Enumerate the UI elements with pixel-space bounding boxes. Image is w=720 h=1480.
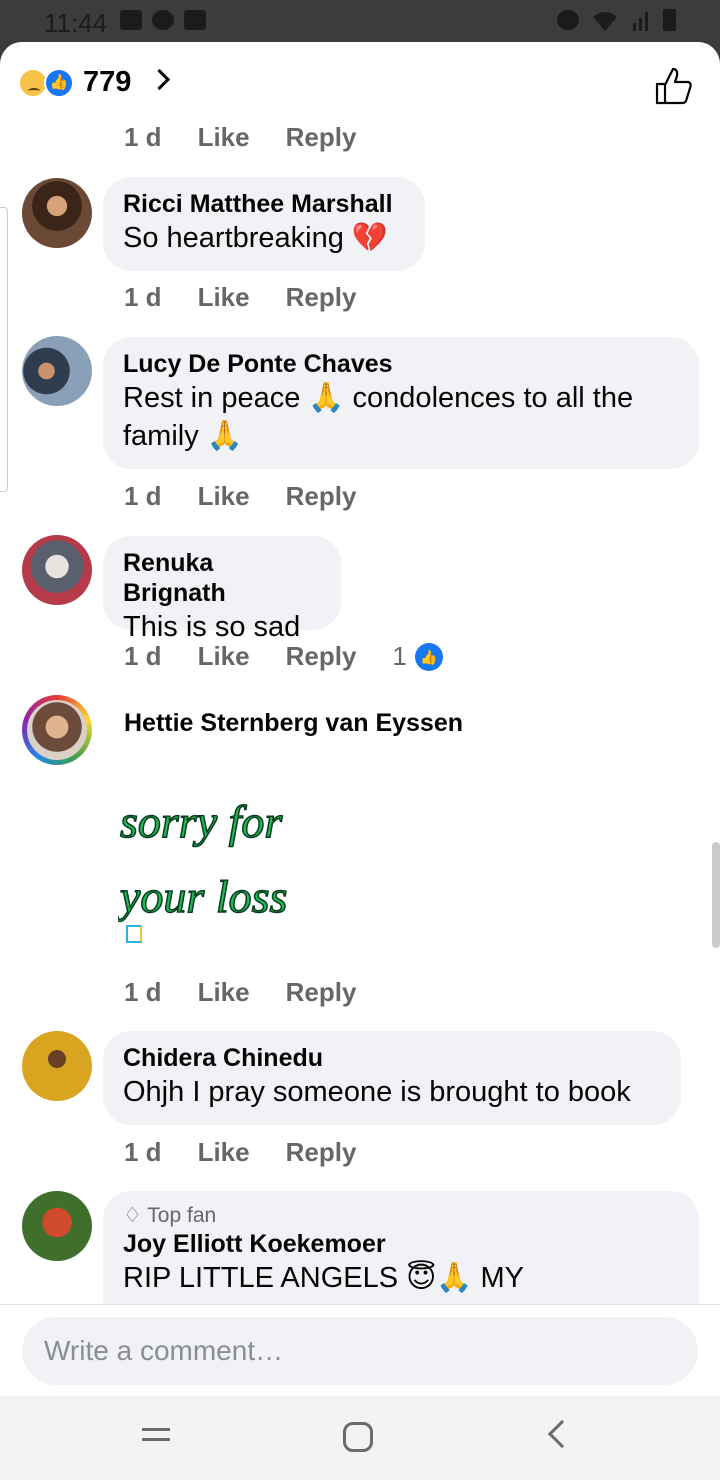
comment-time: 1 d [124,122,162,152]
avatar[interactable] [22,535,92,605]
comment-time: 1 d [124,481,162,511]
like-link[interactable]: Like [198,641,250,672]
comment-time: 1 d [124,641,162,671]
comment-text: So heartbreaking 💔 [123,222,389,254]
recents-button[interactable] [142,1428,170,1448]
broken-image-icon [126,925,142,943]
comment-composer [0,1304,720,1396]
avatar[interactable] [22,178,92,248]
system-nav-bar [0,1396,720,1480]
sticker-text-line2: your loss [118,871,287,922]
comment-actions: 1 d Like Reply 1 👍 [124,641,515,672]
commenter-name[interactable]: Chidera Chinedu [123,1043,661,1073]
like-badge-icon: 👍 [414,642,443,671]
back-button[interactable] [547,1419,577,1449]
like-link[interactable]: Like [198,122,250,153]
reply-link[interactable]: Reply [286,641,357,672]
reply-link[interactable]: Reply [286,282,357,313]
alarm-icon [557,10,579,30]
wifi-icon [593,12,617,31]
write-comment-input[interactable] [22,1317,698,1385]
commenter-name[interactable]: Ricci Matthee Marshall [123,189,405,219]
comment-actions: 1 d Like Reply [124,122,392,153]
comment-bubble: Chidera Chinedu Ohjh I pray someone is b… [103,1031,681,1125]
condolence-sticker[interactable]: sorry for your loss [118,787,308,922]
comment-actions: 1 d Like Reply [124,481,392,512]
music-icon [152,10,174,30]
reply-link[interactable]: Reply [286,122,357,153]
like-count: 1 [392,641,407,671]
comment-bubble: ♢ Top fan Joy Elliott Koekemoer RIP LITT… [103,1191,699,1311]
comment-time: 1 d [124,1137,162,1167]
status-bar: 11:44 [0,0,720,44]
sticker-text-line1: sorry for [120,796,283,847]
reply-link[interactable]: Reply [286,1137,357,1168]
reaction-count: 779 [83,66,132,98]
signal-icon [633,12,648,31]
scrollbar[interactable] [712,842,720,948]
comment-bubble: Renuka Brignath This is so sad [103,536,341,643]
avatar[interactable] [22,1191,92,1261]
comment-actions: 1 d Like Reply [124,1137,392,1168]
status-time: 11:44 [44,8,108,38]
commenter-name[interactable]: Joy Elliott Koekemoer [123,1229,679,1259]
avatar[interactable] [22,336,92,406]
comment-bubble: Lucy De Ponte Chaves Rest in peace 🙏 con… [103,337,699,469]
comment-text: family 🙏 [123,420,243,452]
diamond-icon: ♢ [123,1204,142,1227]
comment-bubble: Ricci Matthee Marshall So heartbreaking … [103,177,425,271]
comment-text: Rest in peace 🙏 condolences to all the [123,382,634,414]
comments-sheet: 👍 779 1 d Like Reply Ricci Matthee Marsh… [0,42,720,1396]
comment-text: RIP LITTLE ANGELS 😇🙏 MY [123,1262,525,1294]
comment-actions: 1 d Like Reply [124,977,392,1008]
chevron-right-icon[interactable] [148,68,171,91]
like-link[interactable]: Like [198,977,250,1008]
thumbs-up-icon[interactable] [654,66,694,106]
battery-icon [663,9,676,31]
badge-label: Top fan [147,1204,217,1227]
like-reaction-icon: 👍 [44,68,74,98]
like-link[interactable]: Like [198,282,250,313]
home-button[interactable] [343,1422,373,1452]
top-fan-badge: ♢ Top fan [123,1203,679,1229]
edge-panel-handle[interactable] [0,207,8,492]
notification-icons [120,10,206,30]
commenter-name[interactable]: Lucy De Ponte Chaves [123,349,679,379]
reply-link[interactable]: Reply [286,481,357,512]
comment-time: 1 d [124,977,162,1007]
comment-time: 1 d [124,282,162,312]
avatar[interactable] [22,1031,92,1101]
reply-link[interactable]: Reply [286,977,357,1008]
like-link[interactable]: Like [198,481,250,512]
reactions-header[interactable]: 👍 779 [0,42,720,122]
comment-like-count[interactable]: 1 👍 [392,641,478,672]
gallery-icon [120,10,142,30]
like-link[interactable]: Like [198,1137,250,1168]
comment-actions: 1 d Like Reply [124,282,392,313]
comment-text: Ohjh I pray someone is brought to book [123,1076,631,1108]
folder-icon [184,10,206,30]
system-icons [557,9,676,31]
commenter-name[interactable]: Hettie Sternberg van Eyssen [124,709,463,738]
commenter-name[interactable]: Renuka Brignath [123,548,321,608]
avatar[interactable] [22,695,92,765]
